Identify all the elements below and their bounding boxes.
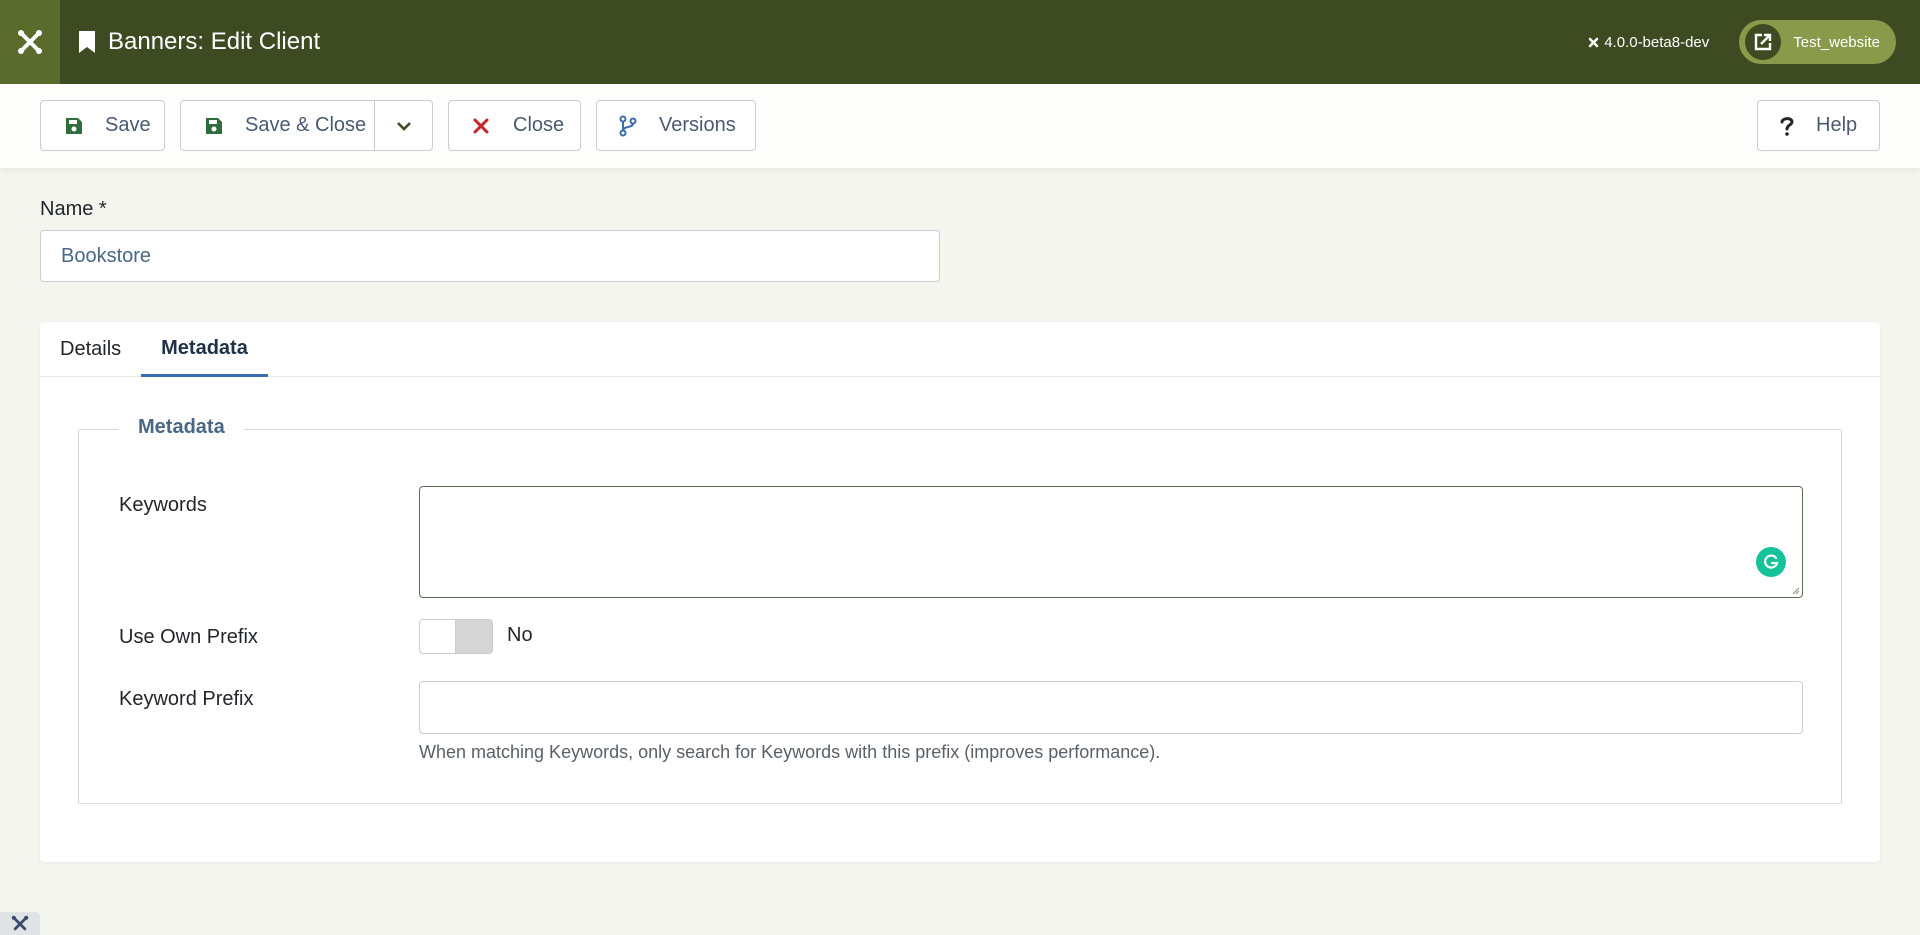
- tab-details[interactable]: Details: [40, 322, 141, 377]
- save-button[interactable]: Save: [40, 100, 165, 151]
- resize-handle-icon[interactable]: [1790, 585, 1800, 595]
- joomla-icon: [18, 30, 42, 54]
- x-icon: [473, 118, 489, 133]
- bottom-joomla-badge[interactable]: [0, 912, 40, 935]
- keywords-label: Keywords: [119, 494, 207, 516]
- joomla-logo[interactable]: [0, 0, 60, 84]
- joomla-small-icon: [1588, 37, 1599, 47]
- external-link-icon: [1755, 33, 1772, 51]
- site-link-button[interactable]: Test_website: [1739, 20, 1896, 64]
- bookmark-icon: [79, 31, 95, 53]
- grammarly-icon: [1764, 554, 1779, 569]
- floppy-disk-icon: [66, 117, 82, 134]
- code-branch-icon: [619, 115, 637, 136]
- save-label: Save: [105, 114, 151, 136]
- toolbar: Save Save & Close Close Versions Help: [0, 84, 1920, 168]
- save-close-button[interactable]: Save & Close: [180, 100, 433, 151]
- versions-label: Versions: [659, 114, 736, 136]
- question-icon: [1780, 116, 1794, 136]
- save-close-label: Save & Close: [245, 114, 367, 136]
- use-own-prefix-toggle[interactable]: [419, 619, 493, 654]
- name-input[interactable]: [40, 230, 940, 282]
- joomla-icon: [11, 915, 29, 930]
- keywords-textarea[interactable]: [419, 486, 1803, 598]
- site-link-label: Test_website: [1793, 33, 1880, 51]
- keyword-prefix-hint: When matching Keywords, only search for …: [419, 742, 1161, 762]
- chevron-down-icon: [397, 121, 411, 131]
- close-label: Close: [513, 114, 565, 136]
- metadata-fieldset: Metadata Keywords Use Own Prefix No Keyw…: [78, 416, 1842, 804]
- floppy-disk-icon: [206, 117, 222, 134]
- close-button[interactable]: Close: [448, 100, 581, 151]
- keyword-prefix-label: Keyword Prefix: [119, 688, 254, 710]
- header-bar: Banners: Edit Client 4.0.0-beta8-dev Tes…: [0, 0, 1920, 84]
- version-label: 4.0.0-beta8-dev: [1587, 34, 1709, 51]
- keyword-prefix-input[interactable]: [419, 681, 1803, 734]
- tab-bar: Details Metadata: [40, 322, 1880, 377]
- help-label: Help: [1816, 114, 1858, 136]
- name-label: Name *: [40, 198, 107, 220]
- grammarly-button[interactable]: [1756, 547, 1786, 577]
- versions-button[interactable]: Versions: [596, 100, 756, 151]
- help-button[interactable]: Help: [1757, 100, 1880, 151]
- use-own-prefix-label: Use Own Prefix: [119, 626, 258, 648]
- page-title-text: Banners: Edit Client: [108, 28, 321, 55]
- tab-panel: Details Metadata Metadata Keywords Use O…: [40, 322, 1880, 862]
- tab-metadata[interactable]: Metadata: [141, 322, 268, 377]
- version-text: 4.0.0-beta8-dev: [1604, 33, 1710, 51]
- save-dropdown-toggle[interactable]: [375, 101, 433, 150]
- use-own-prefix-value: No: [507, 624, 533, 646]
- page-title: Banners: Edit Client: [78, 28, 320, 56]
- fieldset-legend: Metadata: [119, 416, 244, 439]
